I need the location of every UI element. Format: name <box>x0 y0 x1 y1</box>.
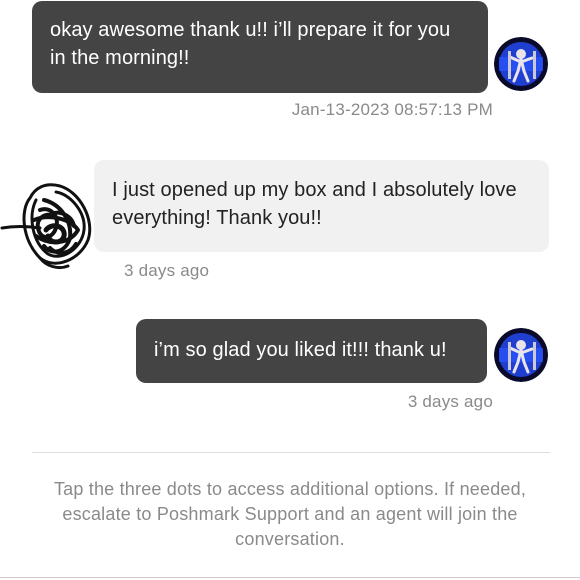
message-timestamp: 3 days ago <box>124 261 210 280</box>
message-bubble-received[interactable]: I just opened up my box and I absolutely… <box>94 160 549 252</box>
user-avatar-icon[interactable] <box>494 37 548 91</box>
bottom-divider <box>0 577 580 578</box>
message-timestamp: 3 days ago <box>407 392 493 411</box>
info-text: Tap the three dots to access additional … <box>53 479 527 549</box>
message-timestamp: Jan-13-2023 08:57:13 PM <box>291 100 493 119</box>
message-bubble-sent[interactable]: okay awesome thank u!! i’ll prepare it f… <box>32 1 488 93</box>
divider <box>32 452 550 453</box>
user-avatar-icon[interactable] <box>494 328 548 382</box>
scribbled-avatar-icon[interactable] <box>0 170 96 280</box>
message-bubble-sent[interactable]: i’m so glad you liked it!!! thank u! <box>136 319 487 383</box>
chat-screen: okay awesome thank u!! i’ll prepare it f… <box>0 0 580 580</box>
